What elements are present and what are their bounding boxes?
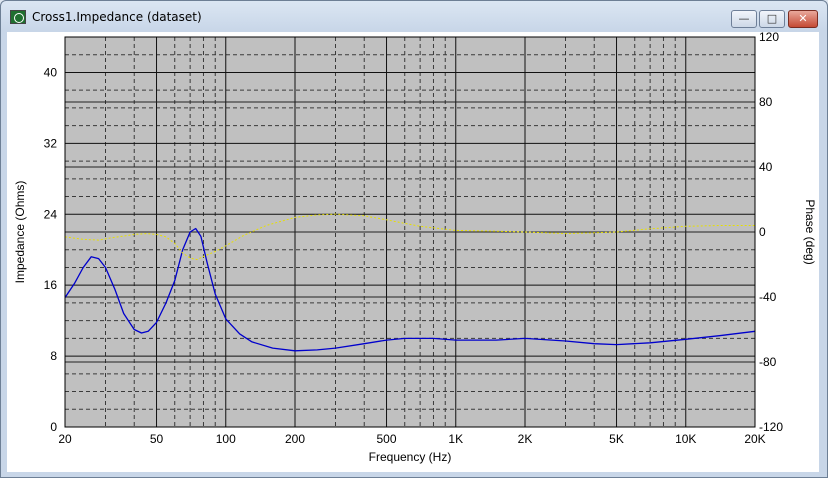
x-tick-label: 50 [150, 432, 164, 446]
y2-axis-label: Phase (deg) [803, 199, 817, 264]
x-axis-label: Frequency (Hz) [369, 450, 452, 464]
x-tick-label: 500 [377, 432, 397, 446]
close-button[interactable]: ✕ [788, 10, 818, 28]
app-icon [10, 10, 26, 24]
y-tick-label: 24 [44, 207, 58, 221]
x-tick-label: 1K [448, 432, 463, 446]
y2-tick-label: 80 [759, 95, 773, 109]
y2-tick-label: -80 [759, 355, 777, 369]
y2-tick-label: -40 [759, 290, 777, 304]
y2-tick-label: 40 [759, 160, 773, 174]
impedance-chart: 20 50 100 200 500 1K 2K 5K 10K 20K 0 8 16 24 32 40 -120 -… [13, 30, 817, 464]
maximize-button[interactable]: □ [759, 10, 785, 28]
x-tick-label: 5K [609, 432, 624, 446]
minimize-button[interactable]: — [731, 10, 757, 28]
x-tick-label: 10K [675, 432, 696, 446]
y2-tick-label: -120 [759, 420, 783, 434]
chart-window: Cross1.Impedance (dataset) — □ ✕ 20 50 100… [0, 0, 828, 478]
chart-area: 20 50 100 200 500 1K 2K 5K 10K 20K 0 8 16 24 32 40 -120 -… [7, 30, 819, 472]
x-tick-label: 200 [285, 432, 305, 446]
x-tick-label: 100 [216, 432, 236, 446]
y-tick-label: 8 [50, 349, 57, 363]
y-tick-label: 32 [44, 136, 58, 150]
title-bar[interactable]: Cross1.Impedance (dataset) — □ ✕ [1, 1, 827, 33]
x-tick-label: 2K [518, 432, 533, 446]
x-tick-label: 20K [744, 432, 765, 446]
y-tick-label: 40 [44, 65, 58, 79]
y-axis-label: Impedance (Ohms) [13, 181, 27, 284]
y-tick-label: 16 [44, 278, 58, 292]
y-tick-label: 0 [50, 420, 57, 434]
y2-tick-label: 0 [759, 225, 766, 239]
x-tick-label: 20 [58, 432, 72, 446]
window-title: Cross1.Impedance (dataset) [32, 10, 202, 24]
y2-tick-label: 120 [759, 32, 779, 44]
